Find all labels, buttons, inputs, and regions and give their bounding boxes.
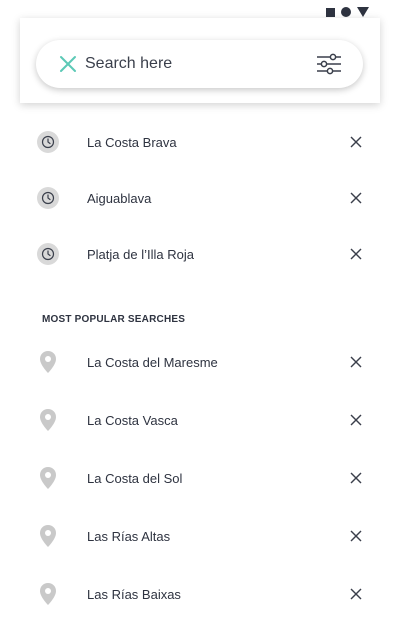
popular-search-item[interactable]: La Costa del Maresme xyxy=(0,333,400,391)
remove-popular-button[interactable] xyxy=(348,354,364,370)
remove-popular-button[interactable] xyxy=(348,528,364,544)
recent-searches-list: La Costa Brava Aiguablava Platja de l’Il… xyxy=(0,114,400,282)
popular-search-label: Las Rías Baixas xyxy=(87,586,181,602)
popular-searches-list: La Costa del Maresme La Costa Vasca La C… xyxy=(0,333,400,623)
search-screen: La Costa Brava Aiguablava xyxy=(0,0,400,637)
map-pin-icon xyxy=(36,350,60,374)
close-icon xyxy=(350,136,362,148)
clear-search-button[interactable] xyxy=(57,53,79,75)
clock-icon xyxy=(36,130,60,154)
close-icon xyxy=(350,472,362,484)
close-icon xyxy=(350,588,362,600)
filter-button[interactable] xyxy=(315,52,343,76)
close-icon xyxy=(60,56,76,72)
map-pin-icon xyxy=(36,466,60,490)
recent-search-item[interactable]: La Costa Brava xyxy=(0,114,400,170)
square-icon xyxy=(326,7,335,17)
close-icon xyxy=(350,530,362,542)
recent-search-label: La Costa Brava xyxy=(87,134,177,150)
map-pin-icon xyxy=(36,524,60,548)
recent-search-label: Aiguablava xyxy=(87,190,152,206)
popular-search-label: La Costa Vasca xyxy=(87,412,178,428)
clock-icon xyxy=(36,186,60,210)
sliders-icon xyxy=(317,53,341,75)
close-icon xyxy=(350,248,362,260)
remove-recent-button[interactable] xyxy=(348,190,364,206)
remove-recent-button[interactable] xyxy=(348,134,364,150)
popular-search-item[interactable]: La Costa Vasca xyxy=(0,391,400,449)
search-header xyxy=(20,18,380,103)
popular-search-label: La Costa del Sol xyxy=(87,470,183,486)
search-bar xyxy=(36,40,363,88)
remove-popular-button[interactable] xyxy=(348,586,364,602)
remove-recent-button[interactable] xyxy=(348,246,364,262)
map-pin-icon xyxy=(36,408,60,432)
map-pin-icon xyxy=(36,582,60,606)
search-input[interactable] xyxy=(85,49,295,79)
remove-popular-button[interactable] xyxy=(348,470,364,486)
clock-icon xyxy=(36,242,60,266)
recent-search-item[interactable]: Platja de l’Illa Roja xyxy=(0,226,400,282)
popular-search-item[interactable]: Las Rías Altas xyxy=(0,507,400,565)
close-icon xyxy=(350,414,362,426)
close-icon xyxy=(350,192,362,204)
popular-search-item[interactable]: Las Rías Baixas xyxy=(0,565,400,623)
popular-search-label: La Costa del Maresme xyxy=(87,354,218,370)
popular-search-label: Las Rías Altas xyxy=(87,528,171,544)
recent-search-item[interactable]: Aiguablava xyxy=(0,170,400,226)
status-bar xyxy=(326,7,369,17)
recent-search-label: Platja de l’Illa Roja xyxy=(87,246,194,262)
triangle-icon xyxy=(357,7,369,17)
remove-popular-button[interactable] xyxy=(348,412,364,428)
close-icon xyxy=(350,356,362,368)
section-title: MOST POPULAR SEARCHES xyxy=(42,314,186,325)
popular-search-item[interactable]: La Costa del Sol xyxy=(0,449,400,507)
circle-icon xyxy=(341,7,351,17)
